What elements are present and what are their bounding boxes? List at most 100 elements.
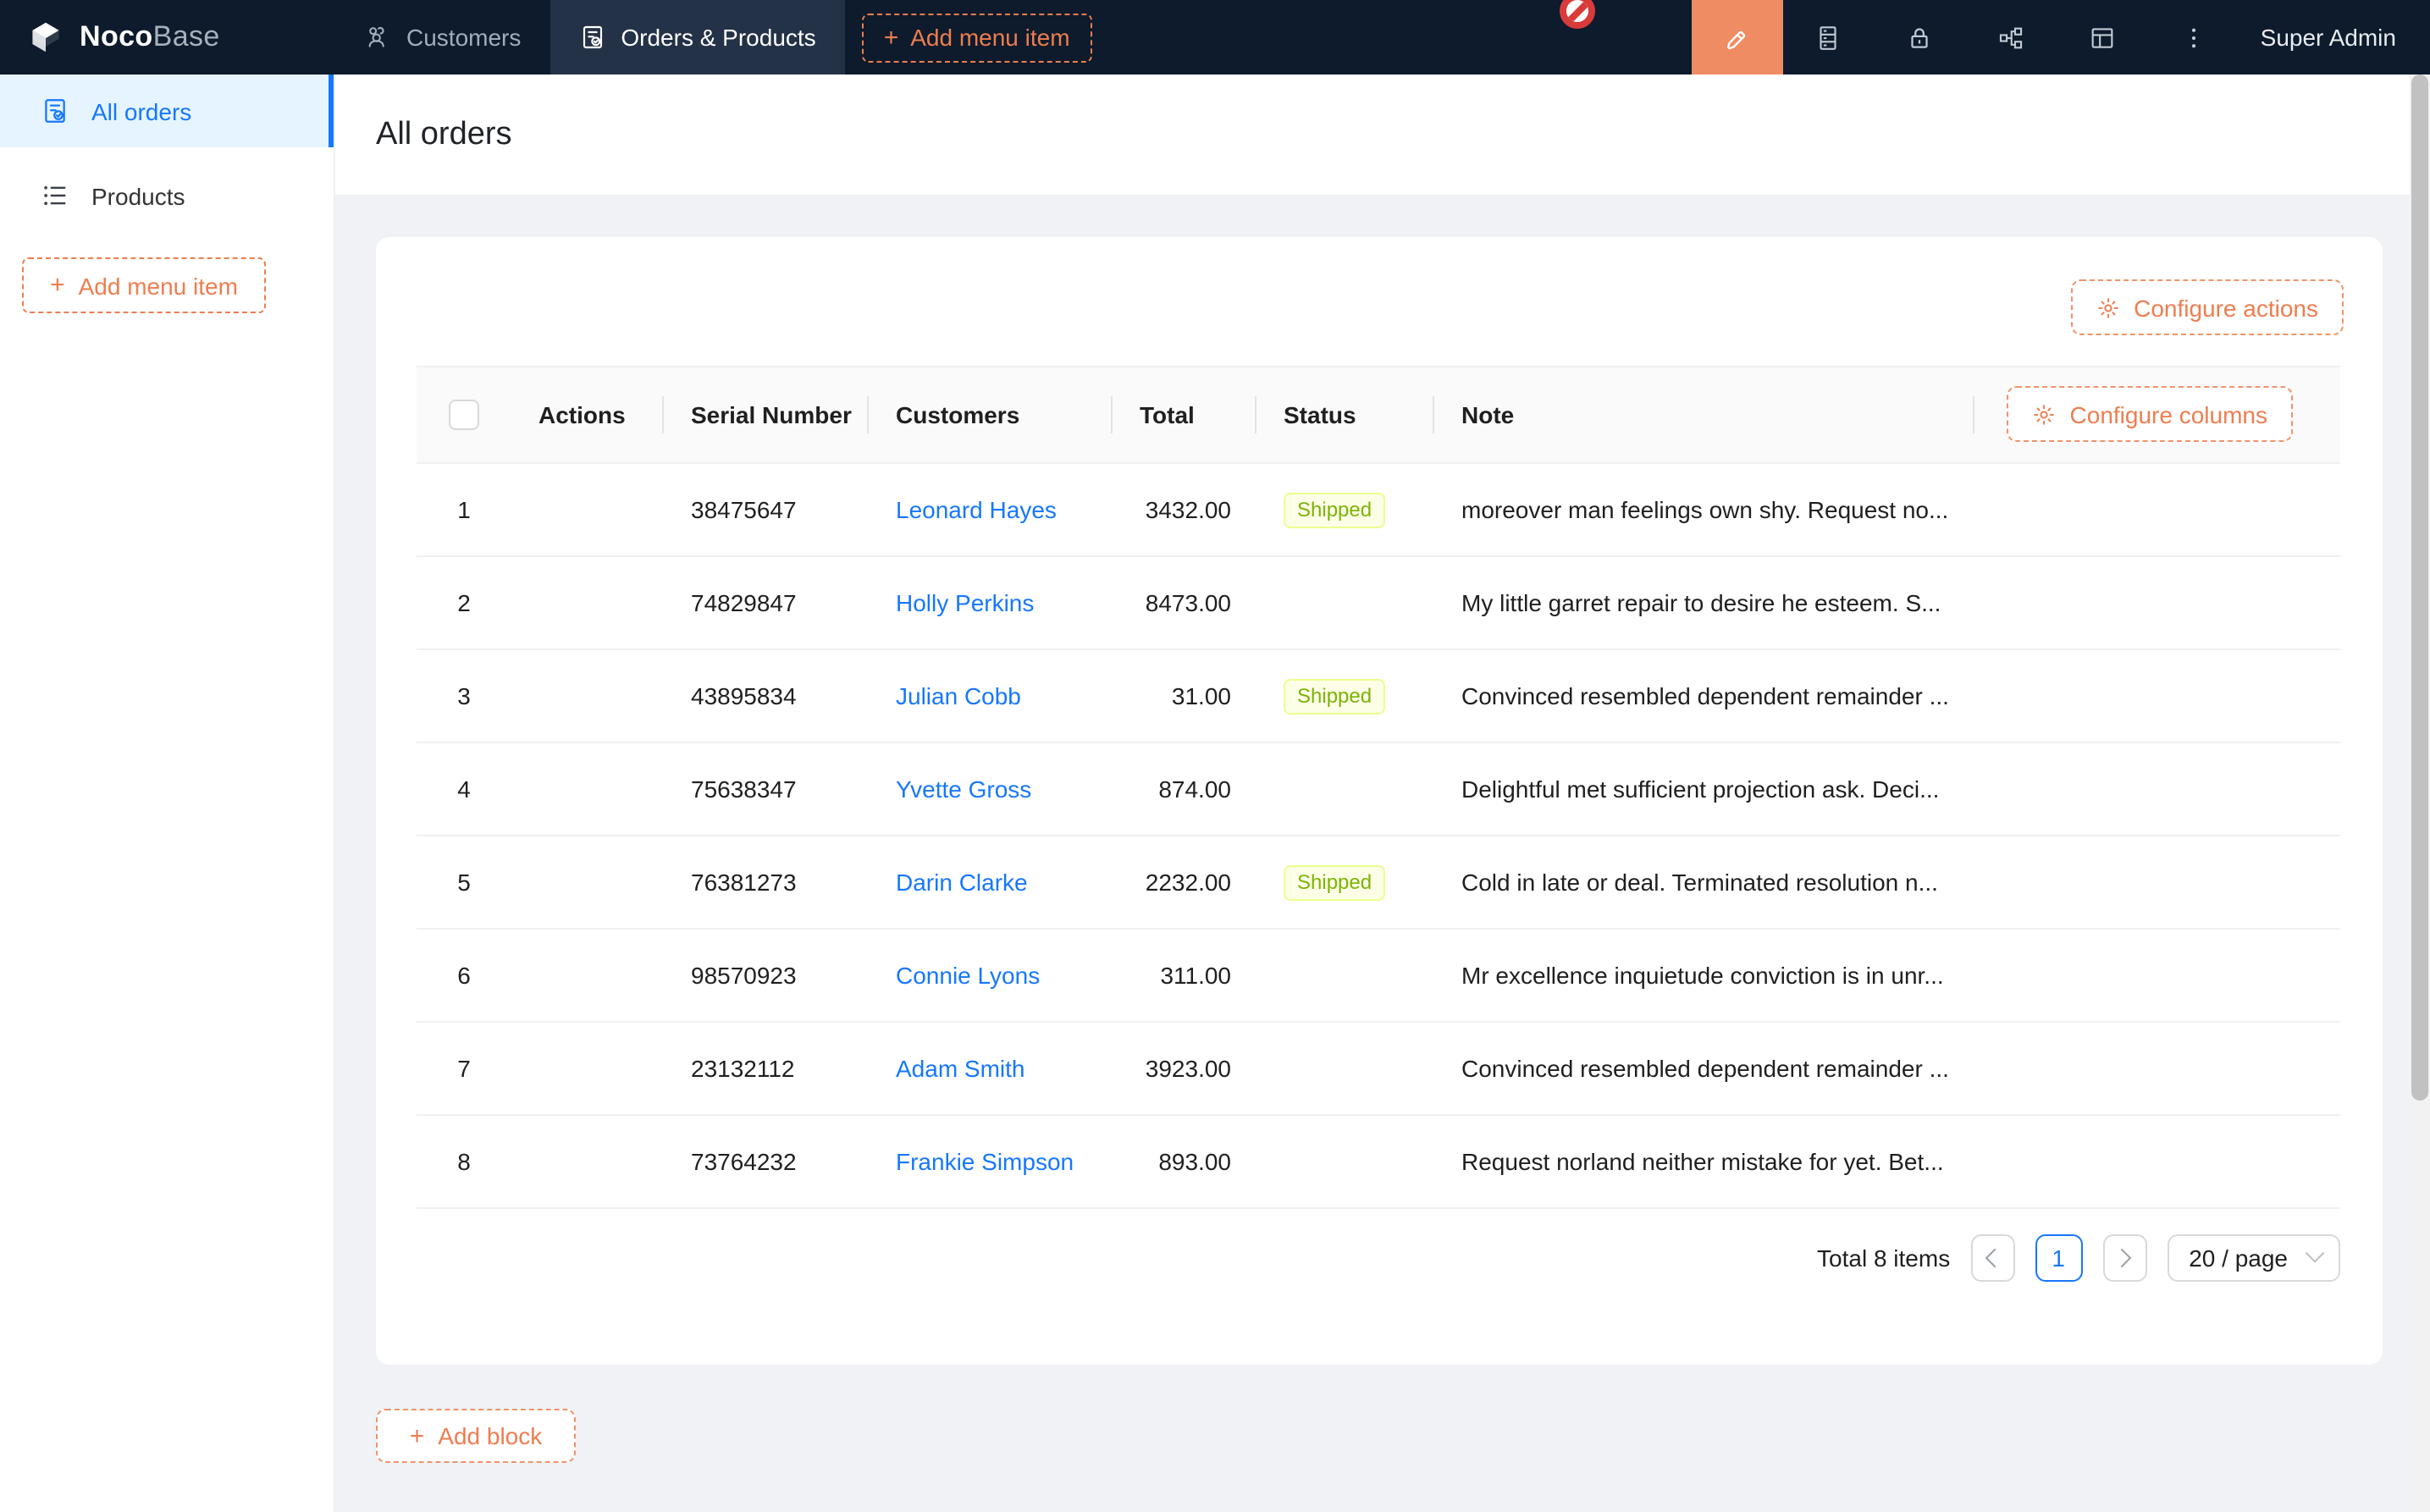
total-cell: 311.00	[1113, 929, 1256, 1022]
note-cell: Convinced resembled dependent remainder …	[1434, 649, 1974, 742]
app-window: NocoBase Customers Orders &	[0, 0, 2430, 1512]
serial-number-cell: 23132112	[664, 1022, 869, 1115]
collections-manager-button[interactable]	[1783, 0, 1875, 74]
sidebar-item-label: All orders	[91, 97, 191, 124]
chevron-down-icon	[2306, 1244, 2325, 1263]
note-cell: My little garret repair to desire he est…	[1434, 556, 1974, 649]
ui-editor-highlighter-icon	[1723, 23, 1752, 52]
total-cell: 893.00	[1113, 1115, 1256, 1208]
row-index: 7	[417, 1022, 511, 1115]
customer-link[interactable]: Darin Clarke	[896, 869, 1028, 896]
table-row: 1 38475647 Leonard Hayes 3432.00 Shipped…	[417, 463, 2340, 556]
customer-link[interactable]: Connie Lyons	[896, 962, 1040, 989]
pagination-total: Total 8 items	[1817, 1244, 1950, 1272]
vertical-scrollbar	[2410, 74, 2430, 1512]
serial-number-cell: 98570923	[664, 929, 869, 1022]
page-header: All orders	[335, 74, 2410, 195]
row-index: 2	[417, 556, 511, 649]
more-menu-button[interactable]	[2149, 0, 2240, 74]
row-index: 5	[417, 836, 511, 929]
table-row: 3 43895834 Julian Cobb 31.00 Shipped Con…	[417, 649, 2340, 742]
status-cell	[1256, 742, 1434, 836]
pagination: Total 8 items 1 20 / page	[376, 1234, 2340, 1282]
ui-editor-button[interactable]	[1692, 0, 1783, 74]
filler-cell	[1974, 1115, 2340, 1208]
customer-cell: Julian Cobb	[869, 649, 1113, 742]
nocobase-logo[interactable]: NocoBase	[0, 0, 335, 74]
chevron-right-icon	[2112, 1249, 2132, 1268]
serial-number-cell: 74829847	[664, 556, 869, 649]
column-header-note: Note	[1434, 367, 1974, 463]
actions-cell	[511, 742, 664, 836]
plus-icon: +	[410, 1423, 425, 1449]
row-index: 3	[417, 649, 511, 742]
plus-icon: +	[50, 273, 65, 298]
customer-link[interactable]: Frankie Simpson	[896, 1148, 1074, 1175]
select-all-checkbox[interactable]	[449, 400, 479, 430]
page-title: All orders	[376, 116, 512, 153]
logo-wordmark: NocoBase	[80, 20, 220, 54]
scrollbar-thumb[interactable]	[2411, 74, 2428, 1101]
customer-link[interactable]: Julian Cobb	[896, 682, 1021, 709]
sidebar-item-all-orders[interactable]: All orders	[0, 74, 334, 147]
column-header-total: Total	[1113, 367, 1256, 463]
pagination-prev-button[interactable]	[1970, 1234, 2014, 1282]
status-cell: Shipped	[1256, 836, 1434, 929]
total-cell: 3432.00	[1113, 463, 1256, 556]
serial-number-cell: 43895834	[664, 649, 869, 742]
status-cell	[1256, 1022, 1434, 1115]
permissions-button[interactable]	[1875, 0, 1966, 74]
topbar: NocoBase Customers Orders &	[0, 0, 2430, 74]
note-cell: Convinced resembled dependent remainder …	[1434, 1022, 1974, 1115]
customer-cell: Connie Lyons	[869, 929, 1113, 1022]
customer-link[interactable]: Adam Smith	[896, 1055, 1025, 1082]
actions-cell	[511, 1022, 664, 1115]
collections-server-icon	[1814, 23, 1843, 52]
pagination-next-button[interactable]	[2102, 1234, 2146, 1282]
filler-cell	[1974, 463, 2340, 556]
note-cell: Cold in late or deal. Terminated resolut…	[1434, 836, 1974, 929]
filler-cell	[1974, 929, 2340, 1022]
actions-cell	[511, 836, 664, 929]
column-header-status: Status	[1256, 367, 1434, 463]
customer-link[interactable]: Leonard Hayes	[896, 496, 1057, 523]
pagination-page-1[interactable]: 1	[2035, 1234, 2082, 1282]
tab-customers[interactable]: Customers	[335, 0, 550, 74]
customer-cell: Holly Perkins	[869, 556, 1113, 649]
status-tag: Shipped	[1284, 864, 1385, 900]
sidebar-item-products[interactable]: Products	[0, 159, 334, 232]
row-index: 6	[417, 929, 511, 1022]
layout-settings-button[interactable]	[2057, 0, 2149, 74]
column-header-actions: Actions	[511, 367, 664, 463]
customer-link[interactable]: Yvette Gross	[896, 775, 1031, 803]
actions-cell	[511, 463, 664, 556]
list-icon	[41, 181, 69, 210]
table-row: 6 98570923 Connie Lyons 311.00 Mr excell…	[417, 929, 2340, 1022]
orders-table: Configure columns Actions Serial Number …	[417, 366, 2340, 1209]
status-cell	[1256, 556, 1434, 649]
total-cell: 874.00	[1113, 742, 1256, 836]
add-menu-item-button-sidebar[interactable]: + Add menu item	[22, 257, 266, 313]
total-cell: 3923.00	[1113, 1022, 1256, 1115]
total-cell: 2232.00	[1113, 836, 1256, 929]
status-cell	[1256, 1115, 1434, 1208]
plugins-flow-icon	[1997, 23, 2026, 52]
status-tag: Shipped	[1284, 678, 1385, 714]
customer-cell: Adam Smith	[869, 1022, 1113, 1115]
sidebar: All orders Products + Add menu item	[0, 74, 335, 1512]
add-block-button[interactable]: + Add block	[376, 1409, 576, 1463]
configure-actions-button[interactable]: Configure actions	[2071, 279, 2344, 335]
tab-orders-products[interactable]: Orders & Products	[550, 0, 844, 74]
serial-number-cell: 73764232	[664, 1115, 869, 1208]
serial-number-cell: 38475647	[664, 463, 869, 556]
topbar-menu: Customers Orders & Products	[335, 0, 845, 74]
configure-columns-button[interactable]: Configure columns	[2008, 386, 2293, 442]
note-cell: Delightful met sufficient projection ask…	[1434, 742, 1974, 836]
page-size-select[interactable]: 20 / page	[2167, 1234, 2340, 1282]
status-tag: Shipped	[1284, 492, 1385, 527]
plugins-button[interactable]	[1966, 0, 2057, 74]
add-menu-item-button-topbar[interactable]: + Add menu item	[862, 13, 1092, 62]
status-cell	[1256, 929, 1434, 1022]
customer-link[interactable]: Holly Perkins	[896, 589, 1034, 616]
user-menu[interactable]: Super Admin	[2261, 24, 2396, 51]
